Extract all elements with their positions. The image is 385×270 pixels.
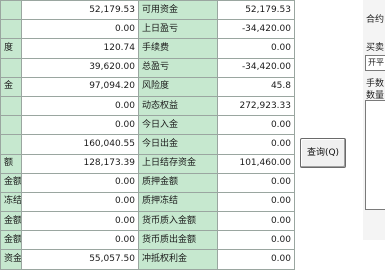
table-row: 额 128,173.39 上日结存资金 101,460.00	[0, 153, 295, 174]
row-value-2: 0.00	[217, 115, 295, 136]
row-value: 0.00	[21, 191, 139, 213]
row-value: 0.00	[21, 115, 139, 136]
row-value-2: 272,923.33	[217, 95, 295, 117]
row-label-2: 今日入金	[138, 115, 218, 136]
row-label	[0, 19, 22, 40]
row-label	[0, 115, 22, 136]
order-side-panel: 合约 买卖 开平 手数 数量	[363, 0, 385, 240]
table-row: 金额 0.00 质押金额 0.00	[0, 172, 295, 193]
row-label-2: 风险度	[138, 76, 218, 97]
row-label	[0, 0, 22, 21]
row-value: 120.74	[21, 38, 139, 59]
row-value-2: 0.00	[217, 191, 295, 213]
row-label: 金额	[0, 172, 22, 193]
row-value: 0.00	[21, 211, 139, 232]
contract-label: 合约	[366, 15, 385, 25]
table-row: 0.00 上日盈亏 -34,420.00	[0, 19, 295, 40]
row-label-2: 货币质出金额	[138, 230, 218, 251]
row-label: 金额	[0, 211, 22, 232]
row-label-2: 上日结存资金	[138, 153, 218, 174]
row-label-2: 可用资金	[138, 0, 218, 21]
row-value: 39,620.00	[21, 57, 139, 78]
row-label-2: 质押冻结	[138, 191, 218, 213]
table-row: 金额 0.00 货币质入金额 0.00	[0, 211, 295, 232]
row-label-2: 冲抵权利金	[138, 249, 218, 270]
table-row: 160,040.55 今日出金 0.00	[0, 134, 295, 155]
table-row: 度 120.74 手续费 0.00	[0, 38, 295, 59]
row-label-2: 今日出金	[138, 134, 218, 155]
row-value: 128,173.39	[21, 153, 139, 174]
row-label: 冻结	[0, 191, 22, 213]
row-label	[0, 95, 22, 117]
table-row: 资金 55,057.50 冲抵权利金 0.00	[0, 249, 295, 270]
table-row: 金 97,094.20 风险度 45.8	[0, 76, 295, 97]
row-value-2: 101,460.00	[217, 153, 295, 174]
direction-label: 买卖	[366, 43, 385, 53]
row-label: 额	[0, 153, 22, 174]
row-value-2: 0.00	[217, 230, 295, 251]
row-label: 资金	[0, 249, 22, 270]
row-label: 金	[0, 76, 22, 97]
row-value-2: 45.8	[217, 76, 295, 97]
table-row: 0.00 今日入金 0.00	[0, 115, 295, 136]
row-label-2: 总盈亏	[138, 57, 218, 78]
row-label	[0, 57, 22, 78]
query-button[interactable]: 查询(Q)	[300, 138, 346, 168]
table-row: 冻结 0.00 质押冻结 0.00	[0, 191, 295, 213]
order-list-box[interactable]	[365, 100, 385, 210]
fund-account-table: 52,179.53 可用资金 52,179.53 0.00 上日盈亏 -34,420.00…	[0, 0, 295, 270]
row-value: 97,094.20	[21, 76, 139, 97]
table-row: 金额 0.00 货币质出金额 0.00	[0, 230, 295, 251]
row-value-2: -34,420.00	[217, 19, 295, 40]
row-value-2: 0.00	[217, 172, 295, 193]
row-label-2: 质押金额	[138, 172, 218, 193]
row-label-2: 手续费	[138, 38, 218, 59]
row-label: 度	[0, 38, 22, 59]
offset-input[interactable]: 开平	[365, 55, 385, 71]
row-value-2: 0.00	[217, 38, 295, 59]
row-label: 金额	[0, 230, 22, 251]
row-value-2: 0.00	[217, 211, 295, 232]
row-value: 160,040.55	[21, 134, 139, 155]
table-row: 39,620.00 总盈亏 -34,420.00	[0, 57, 295, 78]
row-value-2: 0.00	[217, 249, 295, 270]
row-label-2: 上日盈亏	[138, 19, 218, 40]
table-row: 0.00 动态权益 272,923.33	[0, 95, 295, 117]
row-value: 0.00	[21, 95, 139, 117]
row-value: 0.00	[21, 230, 139, 251]
row-value: 0.00	[21, 19, 139, 40]
row-value: 52,179.53	[21, 0, 139, 21]
row-value-2: 0.00	[217, 134, 295, 155]
row-label	[0, 134, 22, 155]
row-value: 55,057.50	[21, 249, 139, 270]
row-value-2: -34,420.00	[217, 57, 295, 78]
row-label-2: 动态权益	[138, 95, 218, 117]
row-value: 0.00	[21, 172, 139, 193]
row-label-2: 货币质入金额	[138, 211, 218, 232]
row-value-2: 52,179.53	[217, 0, 295, 21]
table-row: 52,179.53 可用资金 52,179.53	[0, 0, 295, 21]
